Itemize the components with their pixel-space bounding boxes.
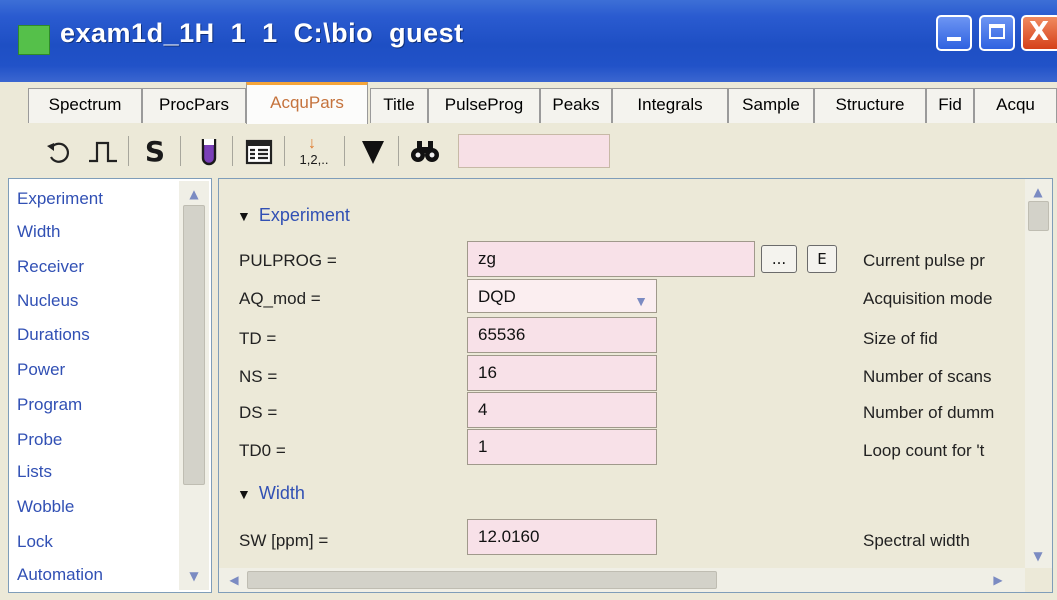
aq-mod-description: Acquisition mode [863,289,993,308]
parameters-panel: ▼ Experiment PULPROG = zg ... E Current p… [218,178,1053,593]
ds-field[interactable]: 4 [467,392,657,428]
sw-description: Spectral width [863,531,970,550]
close-button[interactable]: X [1021,15,1057,51]
sidebar-item-automation[interactable]: Automation [17,565,103,585]
ns-field[interactable]: 16 [467,355,657,391]
pulse-program-icon[interactable] [86,134,120,170]
sidebar-scrollbar[interactable]: ▲ ▼ [179,181,209,590]
sidebar-item-power[interactable]: Power [17,360,65,380]
sidebar-item-wobble[interactable]: Wobble [17,497,74,517]
sample-tube-icon[interactable] [196,134,222,170]
scroll-down-icon[interactable]: ▼ [185,567,203,585]
app-icon [18,25,50,55]
s-button[interactable]: S [140,134,170,170]
sw-label: SW [ppm] = [239,531,329,550]
toolbar-separator [180,136,181,166]
toolbar-separator [284,136,285,166]
td0-description: Loop count for 't [863,441,985,460]
parameters-horizontal-scrollbar[interactable]: ◀ ▶ [219,568,1025,592]
ns-label: NS = [239,367,278,386]
browse-button[interactable]: ... [761,245,797,273]
tab-spectrum[interactable]: Spectrum [28,88,142,123]
maximize-icon [989,24,1005,39]
chevron-down-icon: ▼ [634,293,648,309]
sidebar-item-lists[interactable]: Lists [17,462,52,482]
td-label: TD = [239,329,277,348]
td0-label: TD0 = [239,441,286,460]
td-description: Size of fid [863,329,938,348]
edit-pulprog-button[interactable]: E [807,245,837,273]
sort-arrow-icon: ↓ [308,135,316,152]
sw-field[interactable]: 12.0160 [467,519,657,555]
td0-field[interactable]: 1 [467,429,657,465]
td-field[interactable]: 65536 [467,317,657,353]
sidebar-scroll-thumb[interactable] [183,205,205,485]
pulprog-description: Current pulse pr [863,251,985,270]
sidebar-item-program[interactable]: Program [17,395,82,415]
scroll-right-icon[interactable]: ▶ [989,571,1007,589]
aq-mod-select[interactable]: DQD ▼ [467,279,657,313]
title-bar[interactable]: exam1d_1H 1 1 C:\bio guest X [0,0,1057,82]
toolbar-separator [398,136,399,166]
parameters-vscroll-thumb[interactable] [1028,201,1049,231]
sidebar-item-probe[interactable]: Probe [17,430,62,450]
maximize-button[interactable] [979,15,1015,51]
collapse-triangle-icon: ▼ [237,486,251,502]
tab-bar: Spectrum ProcPars AcquPars Title PulsePr… [0,82,1057,125]
sidebar-item-durations[interactable]: Durations [17,325,90,345]
minimize-icon [947,37,961,41]
section-experiment-header[interactable]: ▼ Experiment [237,205,350,226]
parameters-hscroll-thumb[interactable] [247,571,717,589]
sort-button[interactable]: ↓ 1,2,.. [294,134,334,170]
tab-pulseprog[interactable]: PulseProg [428,88,540,123]
tab-structure[interactable]: Structure [814,88,926,123]
sidebar-item-width[interactable]: Width [17,222,60,242]
tab-procpars[interactable]: ProcPars [142,88,246,123]
pulprog-field[interactable]: zg [467,241,755,277]
toolbar: S ↓ 1,2,.. [0,124,1057,174]
tab-peaks[interactable]: Peaks [540,88,612,123]
toolbar-separator [344,136,345,166]
parameters-vertical-scrollbar[interactable]: ▲ ▼ [1025,179,1052,568]
toolbar-separator [232,136,233,166]
scroll-up-icon[interactable]: ▲ [185,185,203,203]
scroll-up-icon[interactable]: ▲ [1029,183,1047,201]
scroll-down-icon[interactable]: ▼ [1029,547,1047,565]
tab-integrals[interactable]: Integrals [612,88,728,123]
tab-acqu[interactable]: Acqu [974,88,1057,123]
collapse-triangle-icon: ▼ [237,208,251,224]
table-icon[interactable] [244,134,274,170]
close-icon: X [1029,17,1050,47]
sidebar-item-lock[interactable]: Lock [17,532,53,552]
sidebar-item-nucleus[interactable]: Nucleus [17,291,78,311]
binoculars-icon[interactable] [408,134,442,170]
sidebar-item-receiver[interactable]: Receiver [17,257,84,277]
tab-sample[interactable]: Sample [728,88,814,123]
toolbar-separator [128,136,129,166]
ds-label: DS = [239,403,278,422]
ds-description: Number of dumm [863,403,995,422]
search-input[interactable] [458,134,610,168]
section-experiment-label: Experiment [258,205,350,225]
tab-acqupars[interactable]: AcquPars [246,82,368,124]
tab-title[interactable]: Title [370,88,428,123]
ns-description: Number of scans [863,367,992,386]
tab-fid[interactable]: Fid [926,88,974,123]
undo-icon[interactable] [44,134,74,170]
section-width-header[interactable]: ▼ Width [237,483,305,504]
window-title: exam1d_1H 1 1 C:\bio guest [60,18,464,48]
section-width-label: Width [258,483,305,503]
minimize-button[interactable] [936,15,972,51]
filter-icon[interactable] [358,134,388,170]
aq-mod-label: AQ_mod = [239,289,321,308]
scroll-left-icon[interactable]: ◀ [225,571,243,589]
parameter-category-list: Experiment Width Receiver Nucleus Durati… [8,178,212,593]
sidebar-item-experiment[interactable]: Experiment [17,189,103,209]
pulprog-label: PULPROG = [239,251,337,270]
application-window: exam1d_1H 1 1 C:\bio guest X Spectrum Pr… [0,0,1057,600]
aq-mod-value: DQD [478,287,516,306]
